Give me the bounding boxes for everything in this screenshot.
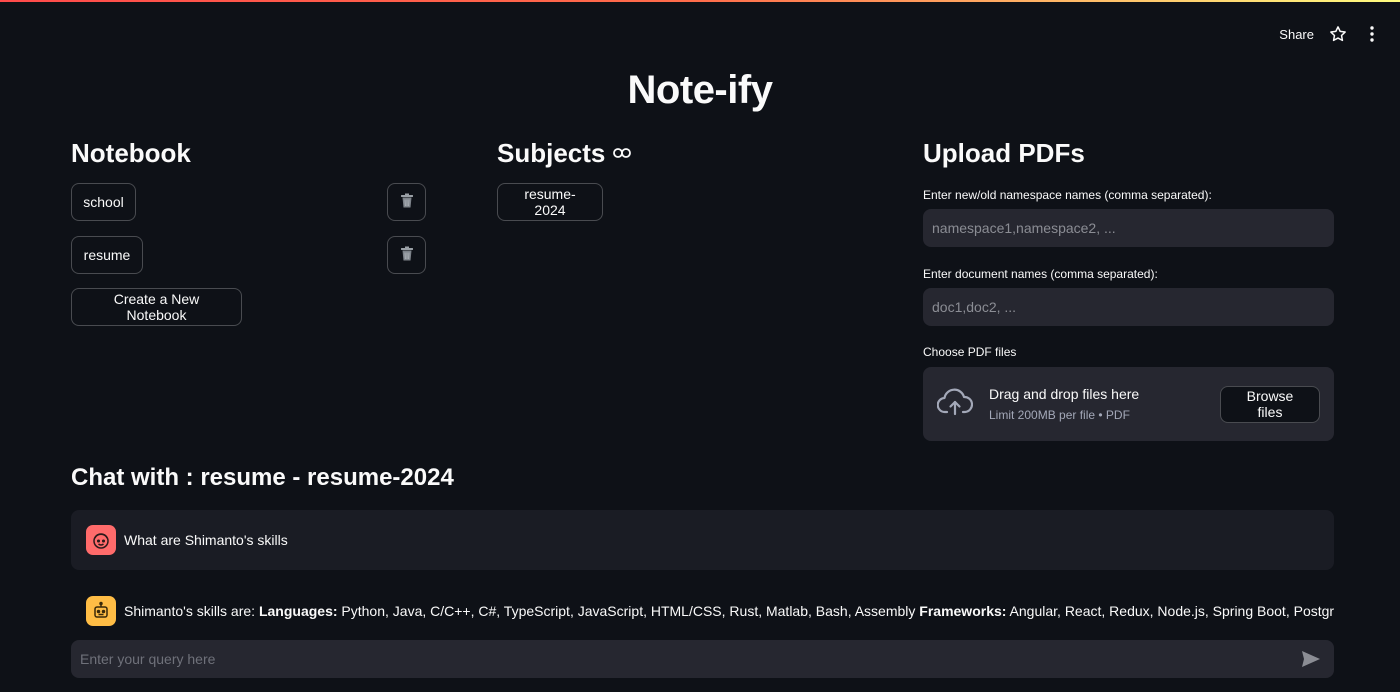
docnames-input[interactable]: doc1,doc2, ... — [923, 288, 1334, 326]
chat-heading: Chat with : resume - resume-2024 — [71, 464, 454, 491]
subjects-column: Subjects resume-2024 — [497, 138, 857, 238]
chat-input-placeholder: Enter your query here — [80, 651, 216, 667]
subjects-heading: Subjects — [497, 138, 857, 168]
create-notebook-button[interactable]: Create a New Notebook — [71, 288, 242, 326]
delete-notebook-resume-button[interactable] — [387, 236, 426, 274]
notebook-column: Notebook school resume Create a New Note… — [71, 138, 431, 338]
cloud-upload-icon — [936, 388, 974, 421]
browse-files-button[interactable]: Browse files — [1220, 385, 1320, 423]
notebook-row: resume — [71, 236, 143, 274]
header-actions: Share — [1279, 24, 1382, 44]
upload-column: Upload PDFs Enter new/old namespace name… — [923, 138, 1334, 448]
kebab-menu-icon[interactable] — [1362, 24, 1382, 44]
star-icon[interactable] — [1328, 24, 1348, 44]
link-icon[interactable] — [613, 148, 632, 158]
docnames-placeholder: doc1,doc2, ... — [932, 299, 1017, 315]
pdf-files-label: Choose PDF files — [923, 345, 1017, 359]
notebook-heading: Notebook — [71, 137, 191, 168]
share-button[interactable]: Share — [1279, 27, 1314, 42]
dropzone-main-text: Drag and drop files here — [989, 386, 1140, 402]
notebook-school-button[interactable]: school — [71, 183, 136, 221]
chat-input[interactable]: Enter your query here — [71, 640, 1334, 678]
send-icon[interactable] — [1301, 650, 1321, 668]
namespace-placeholder: namespace1,namespace2, ... — [932, 220, 1116, 236]
assistant-message-text: Shimanto's skills are: Languages: Python… — [124, 603, 1334, 619]
delete-notebook-school-button[interactable] — [387, 183, 426, 221]
dropzone-limit-text: Limit 200MB per file • PDF — [989, 408, 1130, 422]
notebook-row: school — [71, 183, 136, 221]
user-message: What are Shimanto's skills — [71, 510, 1334, 570]
trash-icon — [400, 193, 414, 212]
notebook-resume-button[interactable]: resume — [71, 236, 143, 274]
namespace-input[interactable]: namespace1,namespace2, ... — [923, 209, 1334, 247]
assistant-message: Shimanto's skills are: Languages: Python… — [71, 596, 1334, 626]
user-message-text: What are Shimanto's skills — [124, 532, 288, 548]
app-title: Note-ify — [627, 68, 773, 112]
docnames-label: Enter document names (comma separated): — [923, 267, 1158, 281]
upload-heading: Upload PDFs — [923, 137, 1085, 168]
trash-icon — [400, 246, 414, 265]
subject-resume-2024-button[interactable]: resume-2024 — [497, 183, 603, 221]
namespace-label: Enter new/old namespace names (comma sep… — [923, 188, 1212, 202]
file-dropzone[interactable]: Drag and drop files here Limit 200MB per… — [923, 367, 1334, 441]
user-avatar-icon — [86, 525, 116, 555]
assistant-avatar-icon — [86, 596, 116, 626]
dropzone-text: Drag and drop files here Limit 200MB per… — [989, 386, 1220, 422]
top-decoration-bar — [0, 0, 1400, 2]
